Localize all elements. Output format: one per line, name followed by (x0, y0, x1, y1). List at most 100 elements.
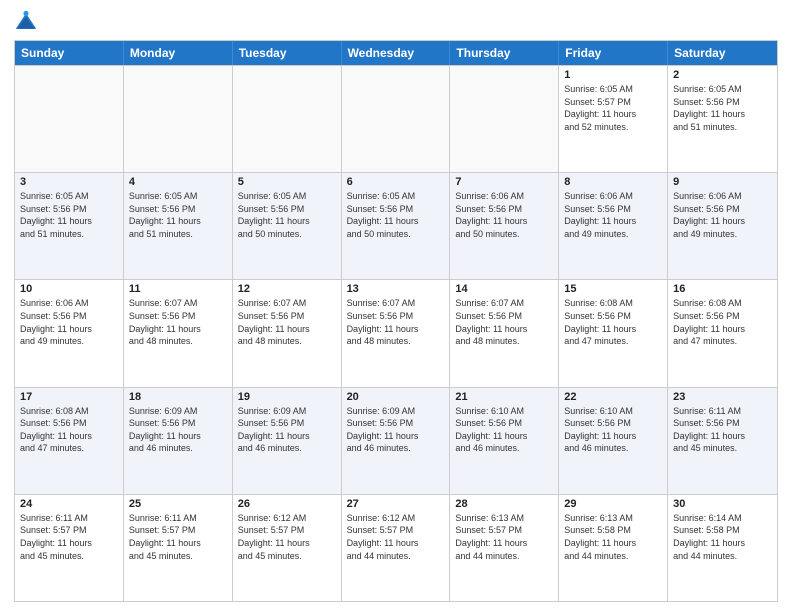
day-info: Sunrise: 6:05 AM Sunset: 5:56 PM Dayligh… (20, 190, 118, 240)
day-number: 15 (564, 283, 662, 295)
day-number: 26 (238, 498, 336, 510)
day-number: 19 (238, 391, 336, 403)
calendar-cell: 1 Sunrise: 6:05 AM Sunset: 5:57 PM Daylig… (559, 66, 668, 172)
day-info: Sunrise: 6:12 AM Sunset: 5:57 PM Dayligh… (347, 512, 445, 562)
calendar-row: 1 Sunrise: 6:05 AM Sunset: 5:57 PM Daylig… (15, 65, 777, 172)
day-info: Sunrise: 6:08 AM Sunset: 5:56 PM Dayligh… (673, 297, 772, 347)
calendar-cell: 12 Sunrise: 6:07 AM Sunset: 5:56 PM Dayli… (233, 280, 342, 386)
calendar-cell (124, 66, 233, 172)
calendar-cell (450, 66, 559, 172)
day-number: 13 (347, 283, 445, 295)
calendar-cell: 21Sunrise: 6:10 AM Sunset: 5:56 PM Dayli… (450, 388, 559, 494)
calendar-header: SundayMondayTuesdayWednesdayThursdayFrid… (15, 41, 777, 65)
header (14, 10, 778, 34)
day-info: Sunrise: 6:13 AM Sunset: 5:58 PM Dayligh… (564, 512, 662, 562)
weekday-header: Tuesday (233, 41, 342, 65)
calendar: SundayMondayTuesdayWednesdayThursdayFrid… (14, 40, 778, 602)
day-number: 1 (564, 69, 662, 81)
day-info: Sunrise: 6:09 AM Sunset: 5:56 PM Dayligh… (129, 405, 227, 455)
day-number: 21 (455, 391, 553, 403)
calendar-cell (342, 66, 451, 172)
logo (14, 10, 42, 34)
day-number: 6 (347, 176, 445, 188)
day-number: 5 (238, 176, 336, 188)
calendar-cell: 10 Sunrise: 6:06 AM Sunset: 5:56 PM Dayli… (15, 280, 124, 386)
day-number: 18 (129, 391, 227, 403)
calendar-row: 3 Sunrise: 6:05 AM Sunset: 5:56 PM Daylig… (15, 172, 777, 279)
calendar-cell: 16Sunrise: 6:08 AM Sunset: 5:56 PM Dayli… (668, 280, 777, 386)
calendar-cell: 20 Sunrise: 6:09 AM Sunset: 5:56 PM Dayli… (342, 388, 451, 494)
day-info: Sunrise: 6:13 AM Sunset: 5:57 PM Dayligh… (455, 512, 553, 562)
weekday-header: Thursday (450, 41, 559, 65)
calendar-cell: 29 Sunrise: 6:13 AM Sunset: 5:58 PM Dayli… (559, 495, 668, 601)
day-number: 25 (129, 498, 227, 510)
day-number: 10 (20, 283, 118, 295)
calendar-row: 24Sunrise: 6:11 AM Sunset: 5:57 PM Dayli… (15, 494, 777, 601)
calendar-cell: 2 Sunrise: 6:05 AM Sunset: 5:56 PM Daylig… (668, 66, 777, 172)
calendar-cell: 23Sunrise: 6:11 AM Sunset: 5:56 PM Dayli… (668, 388, 777, 494)
logo-icon (14, 10, 38, 34)
calendar-cell: 8Sunrise: 6:06 AM Sunset: 5:56 PM Daylig… (559, 173, 668, 279)
day-info: Sunrise: 6:09 AM Sunset: 5:56 PM Dayligh… (347, 405, 445, 455)
day-info: Sunrise: 6:10 AM Sunset: 5:56 PM Dayligh… (564, 405, 662, 455)
day-info: Sunrise: 6:07 AM Sunset: 5:56 PM Dayligh… (238, 297, 336, 347)
calendar-cell: 17Sunrise: 6:08 AM Sunset: 5:56 PM Dayli… (15, 388, 124, 494)
calendar-cell: 27 Sunrise: 6:12 AM Sunset: 5:57 PM Dayli… (342, 495, 451, 601)
day-info: Sunrise: 6:05 AM Sunset: 5:56 PM Dayligh… (129, 190, 227, 240)
day-info: Sunrise: 6:05 AM Sunset: 5:56 PM Dayligh… (347, 190, 445, 240)
day-info: Sunrise: 6:08 AM Sunset: 5:56 PM Dayligh… (564, 297, 662, 347)
calendar-row: 17Sunrise: 6:08 AM Sunset: 5:56 PM Dayli… (15, 387, 777, 494)
day-number: 27 (347, 498, 445, 510)
calendar-cell: 24Sunrise: 6:11 AM Sunset: 5:57 PM Dayli… (15, 495, 124, 601)
calendar-cell (233, 66, 342, 172)
calendar-cell: 30 Sunrise: 6:14 AM Sunset: 5:58 PM Dayli… (668, 495, 777, 601)
day-number: 2 (673, 69, 772, 81)
day-number: 22 (564, 391, 662, 403)
day-info: Sunrise: 6:14 AM Sunset: 5:58 PM Dayligh… (673, 512, 772, 562)
day-info: Sunrise: 6:11 AM Sunset: 5:57 PM Dayligh… (129, 512, 227, 562)
weekday-header: Monday (124, 41, 233, 65)
calendar-cell: 22 Sunrise: 6:10 AM Sunset: 5:56 PM Dayli… (559, 388, 668, 494)
day-number: 14 (455, 283, 553, 295)
day-number: 20 (347, 391, 445, 403)
weekday-header: Friday (559, 41, 668, 65)
day-info: Sunrise: 6:07 AM Sunset: 5:56 PM Dayligh… (129, 297, 227, 347)
calendar-cell: 13 Sunrise: 6:07 AM Sunset: 5:56 PM Dayli… (342, 280, 451, 386)
day-info: Sunrise: 6:07 AM Sunset: 5:56 PM Dayligh… (455, 297, 553, 347)
weekday-header: Wednesday (342, 41, 451, 65)
day-info: Sunrise: 6:07 AM Sunset: 5:56 PM Dayligh… (347, 297, 445, 347)
calendar-cell: 18 Sunrise: 6:09 AM Sunset: 5:56 PM Dayli… (124, 388, 233, 494)
day-info: Sunrise: 6:09 AM Sunset: 5:56 PM Dayligh… (238, 405, 336, 455)
calendar-cell: 11 Sunrise: 6:07 AM Sunset: 5:56 PM Dayli… (124, 280, 233, 386)
calendar-cell: 15 Sunrise: 6:08 AM Sunset: 5:56 PM Dayli… (559, 280, 668, 386)
calendar-cell: 4 Sunrise: 6:05 AM Sunset: 5:56 PM Daylig… (124, 173, 233, 279)
day-number: 30 (673, 498, 772, 510)
weekday-header: Saturday (668, 41, 777, 65)
calendar-cell: 26 Sunrise: 6:12 AM Sunset: 5:57 PM Dayli… (233, 495, 342, 601)
day-info: Sunrise: 6:06 AM Sunset: 5:56 PM Dayligh… (673, 190, 772, 240)
day-info: Sunrise: 6:08 AM Sunset: 5:56 PM Dayligh… (20, 405, 118, 455)
calendar-row: 10 Sunrise: 6:06 AM Sunset: 5:56 PM Dayli… (15, 279, 777, 386)
day-info: Sunrise: 6:05 AM Sunset: 5:57 PM Dayligh… (564, 83, 662, 133)
day-number: 3 (20, 176, 118, 188)
day-number: 12 (238, 283, 336, 295)
day-number: 4 (129, 176, 227, 188)
day-number: 7 (455, 176, 553, 188)
day-number: 28 (455, 498, 553, 510)
calendar-cell (15, 66, 124, 172)
day-info: Sunrise: 6:05 AM Sunset: 5:56 PM Dayligh… (238, 190, 336, 240)
calendar-cell: 3 Sunrise: 6:05 AM Sunset: 5:56 PM Daylig… (15, 173, 124, 279)
calendar-cell: 14 Sunrise: 6:07 AM Sunset: 5:56 PM Dayli… (450, 280, 559, 386)
calendar-cell: 6 Sunrise: 6:05 AM Sunset: 5:56 PM Daylig… (342, 173, 451, 279)
calendar-cell: 28 Sunrise: 6:13 AM Sunset: 5:57 PM Dayli… (450, 495, 559, 601)
day-info: Sunrise: 6:11 AM Sunset: 5:57 PM Dayligh… (20, 512, 118, 562)
day-info: Sunrise: 6:12 AM Sunset: 5:57 PM Dayligh… (238, 512, 336, 562)
day-number: 8 (564, 176, 662, 188)
day-info: Sunrise: 6:05 AM Sunset: 5:56 PM Dayligh… (673, 83, 772, 133)
calendar-cell: 9Sunrise: 6:06 AM Sunset: 5:56 PM Daylig… (668, 173, 777, 279)
day-number: 23 (673, 391, 772, 403)
day-number: 29 (564, 498, 662, 510)
day-info: Sunrise: 6:06 AM Sunset: 5:56 PM Dayligh… (20, 297, 118, 347)
calendar-cell: 5 Sunrise: 6:05 AM Sunset: 5:56 PM Daylig… (233, 173, 342, 279)
day-number: 11 (129, 283, 227, 295)
